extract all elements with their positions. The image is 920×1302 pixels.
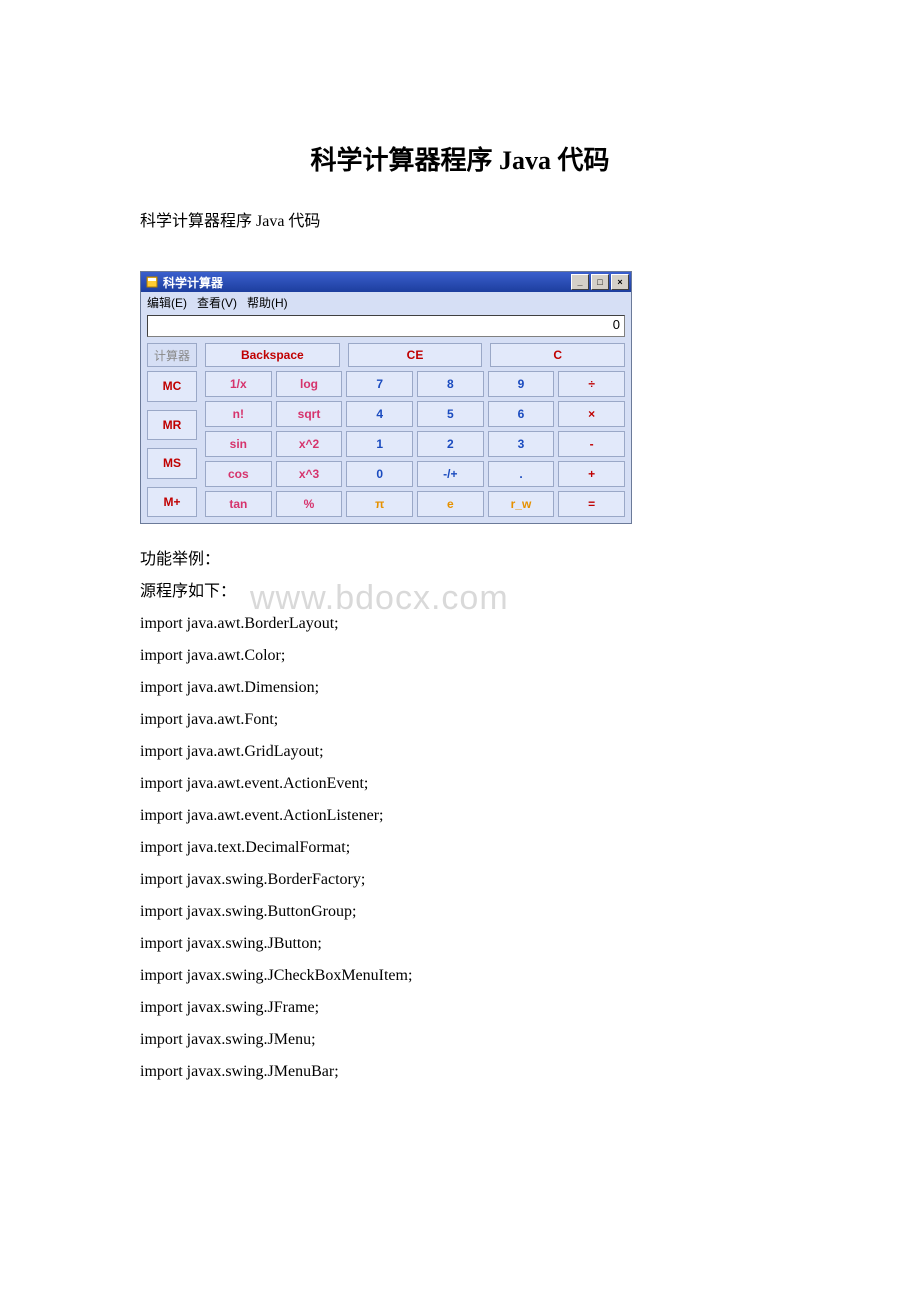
close-button[interactable]: × (611, 274, 629, 290)
window-controls: _ □ × (569, 274, 629, 290)
code-line: import javax.swing.BorderFactory; (140, 864, 780, 896)
calc-button[interactable]: % (276, 491, 343, 517)
calc-button[interactable]: x^2 (276, 431, 343, 457)
calc-button[interactable]: × (558, 401, 625, 427)
menubar: 编辑(E) 查看(V) 帮助(H) (141, 292, 631, 313)
calc-button[interactable]: 9 (488, 371, 555, 397)
calc-button[interactable]: 3 (488, 431, 555, 457)
section-source-text: 源程序如下： (140, 583, 236, 600)
calc-button[interactable]: sqrt (276, 401, 343, 427)
subtitle: 科学计算器程序 Java 代码 (140, 207, 780, 231)
titlebar: 科学计算器 _ □ × (141, 272, 631, 292)
calc-button[interactable]: 2 (417, 431, 484, 457)
code-line: import java.awt.Dimension; (140, 672, 780, 704)
calc-button[interactable]: 6 (488, 401, 555, 427)
tab-calculator[interactable]: 计算器 (147, 343, 197, 367)
calc-button[interactable]: 1/x (205, 371, 272, 397)
ce-button[interactable]: CE (348, 343, 483, 367)
code-line: import java.text.DecimalFormat; (140, 832, 780, 864)
calc-display: 0 (147, 315, 625, 337)
memory-button-m+[interactable]: M+ (147, 487, 197, 518)
section-example-label: 功能举例： (140, 544, 780, 576)
code-line: import java.awt.Font; (140, 704, 780, 736)
code-line: import javax.swing.JButton; (140, 928, 780, 960)
calc-button[interactable]: cos (205, 461, 272, 487)
calc-button[interactable]: 1 (346, 431, 413, 457)
main-grid: 1/xlog789÷ n!sqrt456× sinx^2123- cosx^30-/+… (205, 371, 625, 517)
calculator-window: 科学计算器 _ □ × 编辑(E) 查看(V) 帮助(H) 0 计算器 Back… (140, 271, 632, 524)
calc-button[interactable]: n! (205, 401, 272, 427)
app-icon (145, 275, 159, 289)
calc-button[interactable]: sin (205, 431, 272, 457)
c-button[interactable]: C (490, 343, 625, 367)
page-title: 科学计算器程序 Java 代码 (140, 140, 780, 177)
top-row: 计算器 Backspace CE C (141, 341, 631, 371)
calc-button[interactable]: 7 (346, 371, 413, 397)
calc-button[interactable]: -/+ (417, 461, 484, 487)
calc-button[interactable]: r_w (488, 491, 555, 517)
code-line: import java.awt.event.ActionEvent; (140, 768, 780, 800)
calc-button[interactable]: - (558, 431, 625, 457)
calc-button[interactable]: x^3 (276, 461, 343, 487)
maximize-button[interactable]: □ (591, 274, 609, 290)
calc-button[interactable]: e (417, 491, 484, 517)
calc-button[interactable]: π (346, 491, 413, 517)
code-line: import javax.swing.JMenu; (140, 1024, 780, 1056)
memory-button-mc[interactable]: MC (147, 371, 197, 402)
calc-button[interactable]: tan (205, 491, 272, 517)
body-grid: MC MR MS M+ 1/xlog789÷ n!sqrt456× sinx^2123- c… (141, 371, 631, 523)
code-line: import javax.swing.JCheckBoxMenuItem; (140, 960, 780, 992)
code-line: import java.awt.Color; (140, 640, 780, 672)
calc-button[interactable]: + (558, 461, 625, 487)
calc-button[interactable]: 5 (417, 401, 484, 427)
calc-button[interactable]: 8 (417, 371, 484, 397)
minimize-button[interactable]: _ (571, 274, 589, 290)
code-line: import java.awt.BorderLayout; (140, 608, 780, 640)
code-block: import java.awt.BorderLayout;import java… (140, 608, 780, 1088)
calc-button[interactable]: 4 (346, 401, 413, 427)
code-line: import java.awt.event.ActionListener; (140, 800, 780, 832)
memory-button-ms[interactable]: MS (147, 448, 197, 479)
window-title: 科学计算器 (163, 274, 569, 291)
menu-edit[interactable]: 编辑(E) (147, 294, 187, 311)
menu-view[interactable]: 查看(V) (197, 294, 237, 311)
code-line: import javax.swing.ButtonGroup; (140, 896, 780, 928)
calc-button[interactable]: = (558, 491, 625, 517)
code-line: import javax.swing.JMenuBar; (140, 1056, 780, 1088)
calc-button[interactable]: ÷ (558, 371, 625, 397)
memory-button-mr[interactable]: MR (147, 410, 197, 441)
backspace-button[interactable]: Backspace (205, 343, 340, 367)
code-line: import javax.swing.JFrame; (140, 992, 780, 1024)
calc-button[interactable]: . (488, 461, 555, 487)
memory-column: MC MR MS M+ (147, 371, 197, 517)
menu-help[interactable]: 帮助(H) (247, 294, 288, 311)
calc-button[interactable]: 0 (346, 461, 413, 487)
section-source-label: 源程序如下： www.bdocx.com (140, 576, 780, 608)
calc-button[interactable]: log (276, 371, 343, 397)
code-line: import java.awt.GridLayout; (140, 736, 780, 768)
